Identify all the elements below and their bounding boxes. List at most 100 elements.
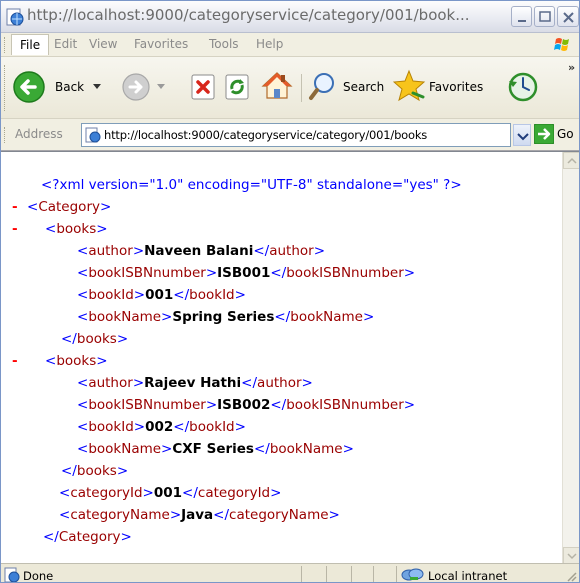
xml-element-line: <bookName>CXF Series</bookName> [1, 438, 561, 460]
close-button[interactable] [557, 6, 579, 27]
scroll-down-button[interactable] [563, 547, 579, 564]
address-dropdown-button[interactable] [513, 124, 531, 146]
xml-element-line: <categoryId>001</categoryId> [1, 482, 561, 504]
window-title: http://localhost:9000/categoryservice/ca… [27, 6, 470, 24]
collapse-toggle[interactable]: - [12, 350, 18, 372]
go-button[interactable] [533, 123, 555, 145]
xml-close-bracket: > [96, 353, 108, 369]
chevron-up-icon [567, 157, 577, 164]
xml-tag-name: categoryId [70, 485, 143, 501]
xml-end-open-bracket: </ [253, 441, 270, 457]
xml-tag-name: bookName [269, 441, 343, 457]
menu-tools[interactable]: Tools [209, 37, 239, 51]
scroll-up-button[interactable] [563, 152, 579, 169]
xml-end-open-bracket: </ [270, 397, 287, 413]
maximize-button[interactable] [534, 6, 555, 27]
forward-dropdown-icon[interactable] [157, 84, 165, 90]
xml-close-bracket: > [403, 265, 416, 281]
status-bar: Done Local intranet [1, 563, 579, 583]
back-arrow-icon [13, 71, 45, 103]
refresh-button[interactable] [223, 71, 253, 103]
back-button[interactable]: Back [11, 67, 111, 107]
xml-document: <?xml version="1.0" encoding="UTF-8" sta… [1, 152, 561, 564]
xml-close-bracket: > [132, 243, 145, 259]
xml-tag-name: books [76, 331, 117, 347]
xml-close-bracket: > [342, 441, 354, 457]
ie-page-icon [5, 7, 25, 27]
address-grip[interactable] [4, 127, 7, 143]
xml-tag-name: bookId [88, 419, 134, 435]
go-label[interactable]: Go [557, 127, 574, 141]
menu-edit[interactable]: Edit [54, 37, 77, 51]
resize-grip[interactable] [565, 570, 577, 582]
xml-tag-name: author [269, 243, 314, 259]
xml-end-open-bracket: </ [61, 331, 77, 347]
xml-end-open-bracket: </ [213, 507, 230, 523]
toolbar-grip[interactable] [4, 65, 7, 111]
xml-open-bracket: < [77, 287, 89, 303]
favorites-button[interactable]: Favorites [392, 67, 493, 107]
vertical-scrollbar[interactable] [562, 152, 579, 564]
xml-open-bracket: < [77, 243, 89, 259]
xml-close-bracket: > [161, 309, 173, 325]
forward-button[interactable] [121, 67, 167, 107]
menu-grip[interactable] [4, 37, 7, 53]
xml-end-open-bracket: </ [253, 243, 270, 259]
xml-end-open-bracket: </ [61, 463, 77, 479]
xml-open-bracket: < [77, 419, 89, 435]
xml-open-bracket: < [59, 485, 71, 501]
home-icon [261, 72, 293, 99]
content-area: <?xml version="1.0" encoding="UTF-8" sta… [1, 151, 579, 564]
xml-close-bracket: > [116, 331, 129, 347]
menu-view[interactable]: View [89, 37, 117, 51]
go-arrow-icon [533, 123, 555, 145]
search-icon [309, 73, 334, 100]
favorites-star-icon [392, 69, 426, 102]
xml-open-bracket: < [45, 353, 57, 369]
xml-tag-name: books [56, 353, 97, 369]
xml-close-bracket: > [301, 375, 313, 391]
xml-close-bracket: > [234, 419, 246, 435]
xml-open-bracket: < [77, 309, 89, 325]
minimize-button[interactable] [511, 6, 532, 27]
title-bar[interactable]: http://localhost:9000/categoryservice/ca… [1, 1, 579, 33]
xml-books-open-line: - <books> [1, 218, 561, 240]
back-label: Back [55, 80, 85, 94]
xml-element-value: ISB002 [217, 397, 271, 413]
status-text: Done [23, 569, 54, 583]
collapse-toggle[interactable]: - [12, 196, 18, 218]
history-button[interactable] [503, 67, 543, 107]
xml-open-bracket: < [77, 397, 89, 413]
xml-tag-name: categoryName [229, 507, 329, 523]
menu-help[interactable]: Help [256, 37, 283, 51]
stop-button[interactable] [189, 71, 219, 103]
home-button[interactable] [259, 67, 295, 105]
xml-element-line: <categoryName>Java</categoryName> [1, 504, 561, 526]
menu-file[interactable]: File [11, 34, 50, 55]
xml-element-value: Java [181, 507, 214, 523]
xml-element-line: <author>Rajeev Hathi</author> [1, 372, 561, 394]
xml-close-bracket: > [133, 419, 146, 435]
menu-favorites[interactable]: Favorites [134, 37, 188, 51]
xml-open-bracket: < [77, 375, 89, 391]
xml-element-value: ISB001 [217, 265, 271, 281]
xml-tag-name: books [76, 463, 117, 479]
address-input[interactable]: http://localhost:9000/categoryservice/ca… [81, 123, 511, 147]
address-url[interactable]: http://localhost:9000/categoryservice/ca… [104, 128, 427, 142]
xml-end-open-bracket: </ [173, 419, 190, 435]
xml-close-bracket: > [205, 265, 218, 281]
xml-tag-name: bookName [290, 309, 363, 325]
forward-arrow-icon [122, 73, 150, 101]
xml-close-bracket: > [169, 507, 182, 523]
xml-tag-name: author [257, 375, 302, 391]
status-divider [396, 566, 397, 582]
xml-element-value: 001 [153, 485, 183, 501]
xml-element-line: <bookId>002</bookId> [1, 416, 561, 438]
xml-tag-name: bookName [88, 441, 162, 457]
search-button[interactable]: Search [307, 67, 389, 107]
toolbar-overflow-chevron[interactable]: » [568, 61, 575, 74]
xml-tag-name: bookISBNnumber [88, 265, 206, 281]
collapse-toggle[interactable]: - [12, 218, 18, 240]
address-label: Address [15, 127, 63, 141]
back-dropdown-icon[interactable] [93, 84, 101, 90]
